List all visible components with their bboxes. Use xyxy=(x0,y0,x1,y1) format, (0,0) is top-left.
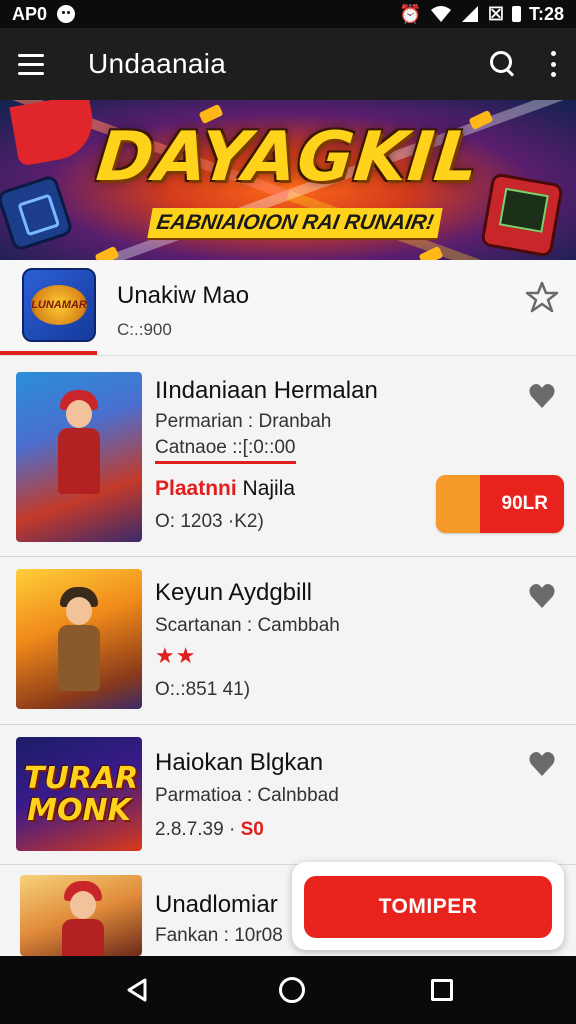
featured-app-icon: LUNAMAR xyxy=(22,268,96,342)
game-title: Keyun Aydgbill xyxy=(155,579,313,606)
game-title: Unadlomiar xyxy=(155,891,278,918)
featured-app-title: Unakiw Mao xyxy=(117,282,250,309)
game-title: IIndaniaan Hermalan xyxy=(155,377,378,404)
game-thumbnail xyxy=(16,569,142,709)
game-meta: O:.:851 41) xyxy=(155,679,251,700)
battery-icon xyxy=(511,6,521,22)
hamburger-menu-icon[interactable] xyxy=(18,48,50,80)
home-icon[interactable] xyxy=(279,977,305,1003)
search-icon[interactable] xyxy=(488,49,518,79)
cta-button[interactable]: TOMIPER xyxy=(304,876,552,938)
status-bar: AP0 ⏰ ☒ T:28 xyxy=(0,0,576,28)
game-meta: 2.8.7.39 · S0 xyxy=(155,819,264,841)
wifi-icon xyxy=(430,6,451,22)
more-options-icon[interactable] xyxy=(548,51,558,77)
game-meta-text: 2.8.7.39 · xyxy=(155,819,236,840)
rating-stars: ★★ xyxy=(155,643,197,668)
game-thumbnail xyxy=(16,372,142,542)
app-logo-text: LUNAMAR xyxy=(31,285,87,325)
game-list-item[interactable]: TURAR MONK Haiokan Blgkan Parmatioa : Ca… xyxy=(0,725,576,865)
game-logo-art: TURAR MONK xyxy=(24,761,139,828)
game-price: S0 xyxy=(240,819,264,840)
status-time: T:28 xyxy=(528,3,564,24)
game-tag-label: Najila xyxy=(242,477,296,500)
game-list-item[interactable]: IIndaniaan Hermalan Permarian : Dranbah … xyxy=(0,357,576,557)
heart-icon[interactable] xyxy=(528,383,556,409)
install-button[interactable]: 90LR xyxy=(436,475,564,533)
game-thumbnail: TURAR MONK xyxy=(16,737,142,851)
game-meta: O: 1203 ·K2) xyxy=(155,511,264,532)
featured-app-meta: C:.:900 xyxy=(117,320,172,339)
system-nav-bar xyxy=(0,956,576,1024)
banner-coin xyxy=(94,245,120,260)
game-tag-highlight: Plaatnni xyxy=(155,477,237,500)
game-thumbnail xyxy=(20,875,142,956)
game-category: Scartanan : Cambbah xyxy=(155,615,340,636)
game-subcategory: Catnaoe ::[:0::00 xyxy=(155,437,296,464)
banner-subtitle: EABNIAIOION RAI RUNAIR! xyxy=(147,208,443,238)
featured-app-row[interactable]: LUNAMAR Unakiw Mao C:.:900 xyxy=(0,260,576,356)
game-title: Haiokan Blgkan xyxy=(155,749,324,776)
game-tag: Plaatnni Najila xyxy=(155,477,295,501)
promo-banner[interactable]: DAYAGKIL EABNIAIOION RAI RUNAIR! xyxy=(0,100,576,260)
app-title: Undaanaia xyxy=(88,48,227,79)
notification-icon xyxy=(57,5,76,23)
game-list-item[interactable]: Keyun Aydgbill Scartanan : Cambbah ★★ O:… xyxy=(0,557,576,725)
cta-container: TOMIPER xyxy=(292,862,564,950)
banner-title: DAYAGKIL xyxy=(92,118,484,197)
game-category: Permarian : Dranbah xyxy=(155,411,332,432)
signal-icon xyxy=(461,6,478,22)
no-sim-icon: ☒ xyxy=(487,4,504,24)
recent-apps-icon[interactable] xyxy=(431,979,453,1001)
game-category: Parmatioa : Calnbbad xyxy=(155,785,339,806)
heart-icon[interactable] xyxy=(528,583,556,609)
status-text: AP0 xyxy=(12,3,48,24)
heart-icon[interactable] xyxy=(528,751,556,777)
app-bar: Undaanaia xyxy=(0,28,576,100)
back-icon[interactable] xyxy=(123,975,153,1005)
alarm-icon: ⏰ xyxy=(399,4,422,24)
star-icon[interactable] xyxy=(525,280,559,314)
game-category: Fankan : 10r08 xyxy=(155,925,283,946)
selected-tab-indicator xyxy=(0,351,97,355)
